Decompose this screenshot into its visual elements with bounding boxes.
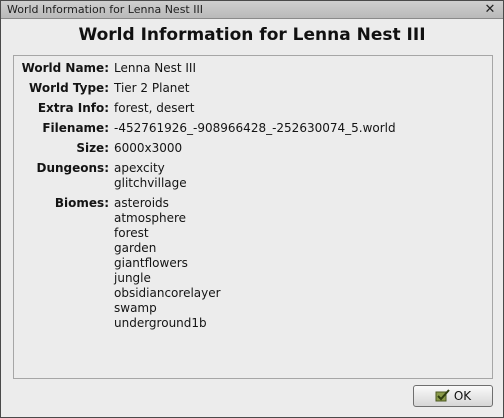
biomes-list: asteroids atmosphere forest garden giant… [114, 196, 484, 331]
biome-item: underground1b [114, 316, 207, 330]
biomes-label: Biomes: [54, 196, 109, 210]
dungeon-item: apexcity [114, 161, 165, 175]
extra-info-label: Extra Info: [37, 101, 109, 115]
biome-item: asteroids [114, 196, 169, 210]
world-name-value: Lenna Nest III [114, 61, 196, 75]
dungeons-label: Dungeons: [36, 161, 109, 175]
checkmark-icon [435, 389, 450, 402]
biome-item: garden [114, 241, 157, 255]
biome-item: atmosphere [114, 211, 186, 225]
biome-item: obsidiancorelayer [114, 286, 221, 300]
filename-label: Filename: [42, 121, 109, 135]
info-panel: World Name: Lenna Nest III World Type: T… [13, 55, 493, 379]
biome-item: forest [114, 226, 149, 240]
dungeons-list: apexcity glitchvillage [114, 161, 484, 191]
title-bar[interactable]: World Information for Lenna Nest III ✕ [1, 1, 503, 19]
size-value: 6000x3000 [114, 141, 183, 155]
world-info-dialog: World Information for Lenna Nest III ✕ W… [0, 0, 504, 418]
dungeon-item: glitchvillage [114, 176, 187, 190]
biome-item: swamp [114, 301, 157, 315]
ok-button[interactable]: OK [413, 385, 493, 407]
biome-item: giantflowers [114, 256, 188, 270]
size-label: Size: [76, 141, 109, 155]
dialog-heading: World Information for Lenna Nest III [78, 25, 426, 45]
world-name-label: World Name: [21, 61, 109, 75]
filename-value: -452761926_-908966428_-252630074_5.world [114, 121, 396, 135]
ok-button-label: OK [453, 389, 472, 403]
biome-item: jungle [114, 271, 151, 285]
window-title: World Information for Lenna Nest III [7, 3, 203, 16]
world-type-label: World Type: [29, 81, 109, 95]
close-icon[interactable]: ✕ [483, 3, 497, 17]
extra-info-value: forest, desert [114, 101, 195, 115]
world-type-value: Tier 2 Planet [114, 81, 190, 95]
